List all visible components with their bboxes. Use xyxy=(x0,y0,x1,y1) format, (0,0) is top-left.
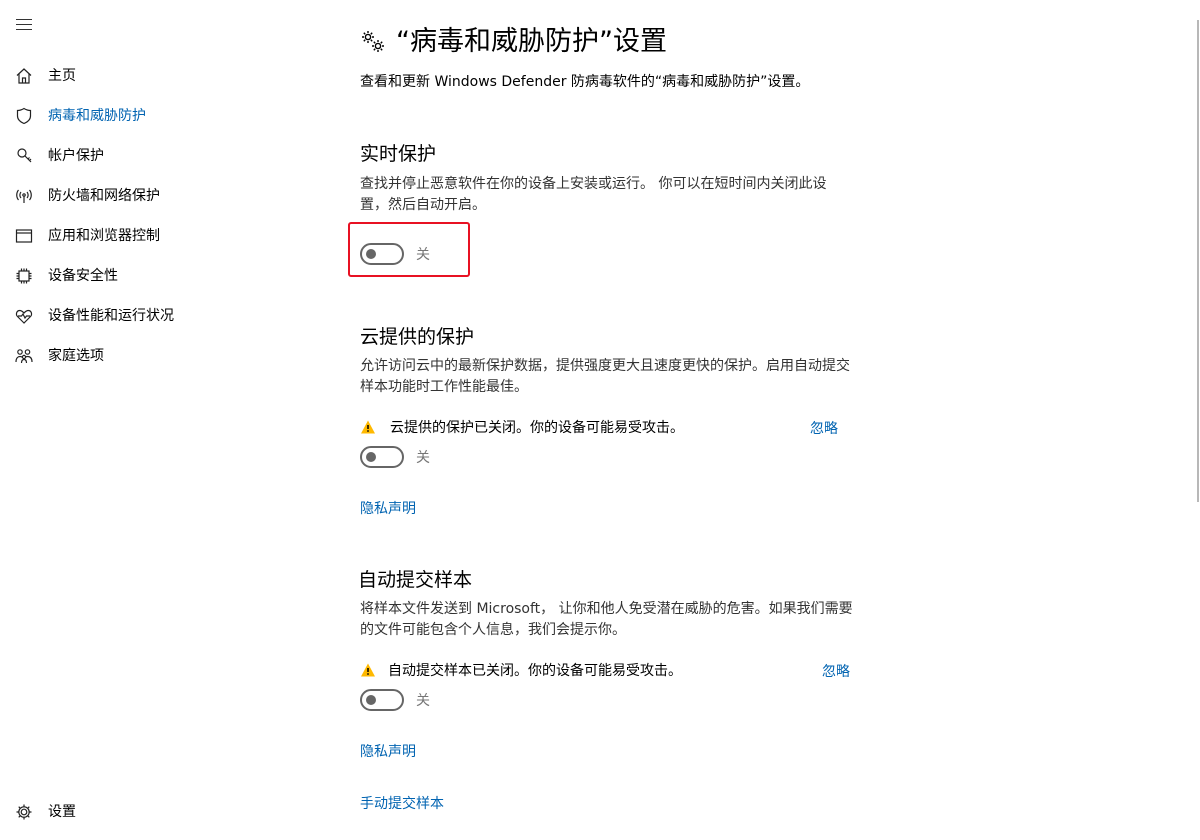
browser-window-icon xyxy=(15,229,33,243)
heart-pulse-icon xyxy=(15,309,33,324)
sidebar-item-label: 应用和浏览器控制 xyxy=(48,228,160,244)
warning-icon xyxy=(361,420,375,434)
warning-icon xyxy=(361,663,375,677)
sample-toggle[interactable] xyxy=(360,689,404,711)
sidebar-item-device-security[interactable]: 设备安全性 xyxy=(0,256,320,296)
family-icon xyxy=(15,349,33,364)
sidebar-item-firewall[interactable]: 防火墙和网络保护 xyxy=(0,176,320,216)
cloud-warning-text: 云提供的保护已关闭。你的设备可能易受攻击。 xyxy=(390,420,684,436)
sidebar-item-virus-protection[interactable]: 病毒和威胁防护 xyxy=(0,96,320,136)
page-title: “病毒和威胁防护”设置 xyxy=(396,26,667,57)
sidebar-item-device-health[interactable]: 设备性能和运行状况 xyxy=(0,296,320,336)
toggle-knob xyxy=(366,452,376,462)
cloud-toggle-row: 关 xyxy=(360,446,430,468)
sidebar-item-settings[interactable]: 设置 xyxy=(0,792,320,832)
gear-icon xyxy=(16,804,32,820)
cloud-description: 允许访问云中的最新保护数据，提供强度更大且速度更快的保护。启用自动提交样本功能时… xyxy=(360,358,850,395)
sidebar-item-label: 设备性能和运行状况 xyxy=(48,308,174,324)
hamburger-icon[interactable] xyxy=(16,18,34,32)
gears-icon xyxy=(362,31,384,52)
cloud-warning: 云提供的保护已关闭。你的设备可能易受攻击。 xyxy=(360,416,684,438)
sidebar-item-label: 设备安全性 xyxy=(48,268,118,284)
cloud-toggle[interactable] xyxy=(360,446,404,468)
highlight-box xyxy=(348,222,470,277)
realtime-description: 查找并停止恶意软件在你的设备上安装或运行。 你可以在短时间内关闭此设置，然后自动… xyxy=(360,176,827,213)
sample-toggle-state: 关 xyxy=(416,693,430,709)
sidebar: 主页 病毒和威胁防护 帐户保护 防火墙和网络保护 应用和浏览器控制 设备安全性 … xyxy=(0,0,320,840)
page-subtitle: 查看和更新 Windows Defender 防病毒软件的“病毒和威胁防护”设置… xyxy=(360,74,810,90)
sidebar-item-label: 家庭选项 xyxy=(48,348,104,364)
cloud-section-title: 云提供的保护 xyxy=(360,326,475,348)
sample-section-title: 自动提交样本 xyxy=(358,569,473,591)
cloud-toggle-state: 关 xyxy=(416,450,430,466)
sample-toggle-row: 关 xyxy=(360,689,430,711)
sidebar-item-label: 帐户保护 xyxy=(48,148,104,164)
wireless-icon xyxy=(16,189,32,203)
sidebar-nav: 主页 病毒和威胁防护 帐户保护 防火墙和网络保护 应用和浏览器控制 设备安全性 … xyxy=(0,56,320,376)
sample-dismiss-link[interactable]: 忽略 xyxy=(822,661,850,681)
sample-description: 将样本文件发送到 Microsoft， 让你和他人免受潜在威胁的危害。如果我们需… xyxy=(360,601,853,638)
home-icon xyxy=(16,68,32,84)
shield-icon xyxy=(16,107,32,125)
scrollbar[interactable] xyxy=(1197,20,1199,502)
cloud-privacy-link[interactable]: 隐私声明 xyxy=(360,498,416,518)
sidebar-item-family-options[interactable]: 家庭选项 xyxy=(0,336,320,376)
sidebar-item-account-protection[interactable]: 帐户保护 xyxy=(0,136,320,176)
manual-submit-link[interactable]: 手动提交样本 xyxy=(360,793,444,813)
person-key-icon xyxy=(17,148,32,163)
toggle-knob xyxy=(366,695,376,705)
realtime-section-title: 实时保护 xyxy=(360,143,437,165)
sample-warning: 自动提交样本已关闭。你的设备可能易受攻击。 xyxy=(360,659,682,681)
sidebar-item-label: 病毒和威胁防护 xyxy=(48,108,146,124)
sidebar-item-label: 设置 xyxy=(48,804,76,820)
sidebar-item-label: 主页 xyxy=(48,68,76,84)
sidebar-item-app-browser[interactable]: 应用和浏览器控制 xyxy=(0,216,320,256)
sample-warning-text: 自动提交样本已关闭。你的设备可能易受攻击。 xyxy=(388,663,682,679)
sample-privacy-link[interactable]: 隐私声明 xyxy=(360,741,416,761)
chip-icon xyxy=(16,268,32,284)
sidebar-item-home[interactable]: 主页 xyxy=(0,56,320,96)
main-content: “病毒和威胁防护”设置 查看和更新 Windows Defender 防病毒软件… xyxy=(358,0,1180,840)
cloud-dismiss-link[interactable]: 忽略 xyxy=(810,418,838,438)
page-header: “病毒和威胁防护”设置 xyxy=(360,22,667,62)
sidebar-item-label: 防火墙和网络保护 xyxy=(48,188,160,204)
